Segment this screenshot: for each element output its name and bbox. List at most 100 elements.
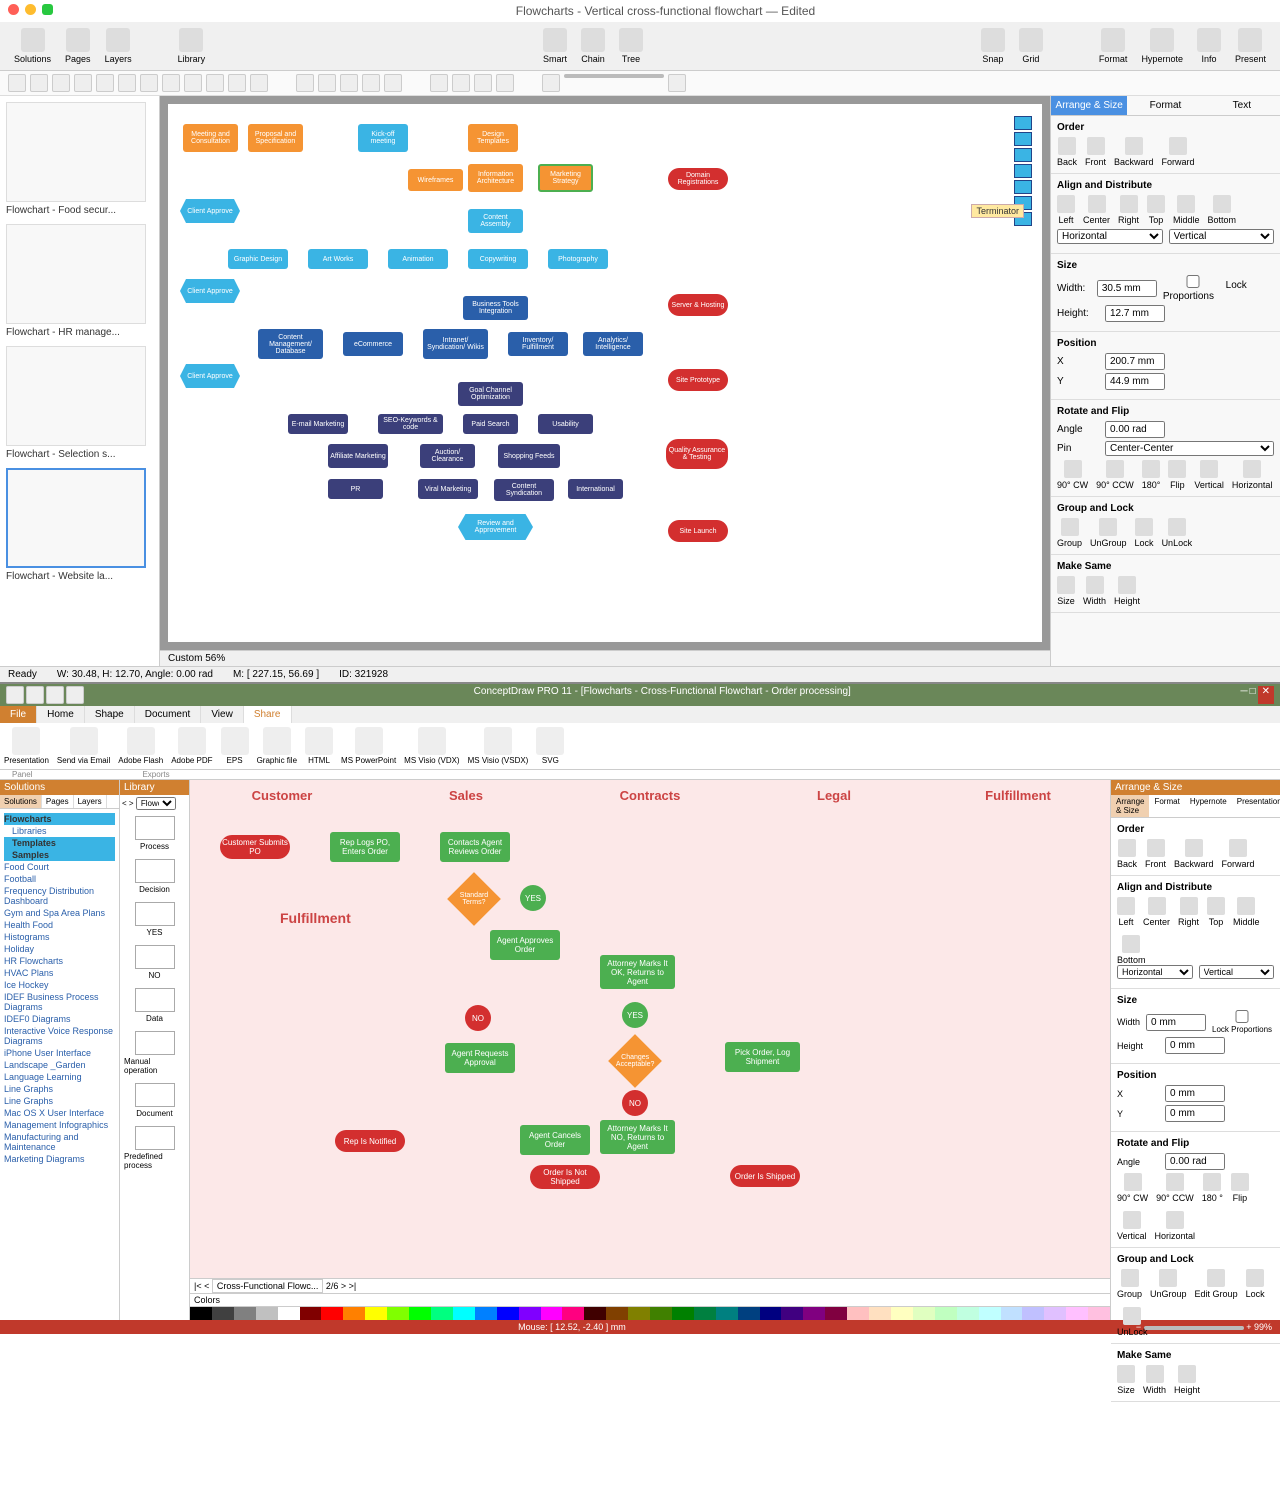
align-bottom-button[interactable]: Bottom xyxy=(1208,195,1237,225)
rp2-unlock[interactable]: UnLock xyxy=(1117,1307,1148,1337)
fill-tool-icon[interactable] xyxy=(206,74,224,92)
same-height-button[interactable]: Height xyxy=(1114,576,1140,606)
curve-tool-icon[interactable] xyxy=(140,74,158,92)
rp2-bottom[interactable]: Bottom xyxy=(1117,935,1146,965)
palette-shape[interactable] xyxy=(1014,164,1032,178)
order-front-button[interactable]: Front xyxy=(1085,137,1106,167)
color-swatch[interactable] xyxy=(957,1307,979,1320)
color-swatch[interactable] xyxy=(541,1307,563,1320)
tree-flowcharts[interactable]: Flowcharts xyxy=(4,813,115,825)
align-center-button[interactable]: Center xyxy=(1083,195,1110,225)
group-tool-icon[interactable] xyxy=(362,74,380,92)
rb-html[interactable]: HTML xyxy=(305,727,333,765)
zoom-in-icon[interactable] xyxy=(668,74,686,92)
pointer-tool-icon[interactable] xyxy=(8,74,26,92)
flip-v-button[interactable]: Vertical xyxy=(1194,460,1224,490)
align-top-button[interactable]: Top xyxy=(1147,195,1165,225)
lib-select[interactable]: Flowch... xyxy=(136,797,176,810)
library-shape[interactable]: NO xyxy=(120,941,189,984)
color-swatch[interactable] xyxy=(869,1307,891,1320)
palette-shape[interactable] xyxy=(1014,132,1032,146)
flip-button[interactable]: Flip xyxy=(1168,460,1186,490)
tree-templates[interactable]: Templates xyxy=(4,837,115,849)
grid-button[interactable]: Grid xyxy=(1013,26,1049,66)
shape-shop[interactable]: Shopping Feeds xyxy=(498,444,560,468)
library-shape[interactable]: Predefined process xyxy=(120,1122,189,1174)
info-button[interactable]: Info xyxy=(1191,26,1227,66)
rp2-middle[interactable]: Middle xyxy=(1233,897,1260,927)
rp2-backward[interactable]: Backward xyxy=(1174,839,1214,869)
pen-tool-icon[interactable] xyxy=(184,74,202,92)
color-swatch[interactable] xyxy=(891,1307,913,1320)
color-swatch[interactable] xyxy=(825,1307,847,1320)
shape-siteproto[interactable]: Site Prototype xyxy=(668,369,728,391)
shape-goal[interactable]: Goal Channel Optimization xyxy=(458,382,523,406)
shape-marketing-selected[interactable]: Marketing Strategy xyxy=(538,164,593,192)
shape-std-terms[interactable]: Standard Terms? xyxy=(447,872,501,926)
rb-gfile[interactable]: Graphic file xyxy=(257,727,297,765)
palette-shape[interactable] xyxy=(1014,148,1032,162)
shape-email[interactable]: E-mail Marketing xyxy=(288,414,348,434)
rb-email[interactable]: Send via Email xyxy=(57,727,110,765)
rb-presentation[interactable]: Presentation xyxy=(4,727,49,765)
shape-approve[interactable]: Agent Approves Order xyxy=(490,930,560,960)
distribute-v-select[interactable]: Vertical xyxy=(1169,229,1275,244)
rp2-right[interactable]: Right xyxy=(1178,897,1199,927)
color-swatch[interactable] xyxy=(847,1307,869,1320)
table-tool-icon[interactable] xyxy=(250,74,268,92)
library-button[interactable]: Library xyxy=(172,26,212,66)
shape-design[interactable]: Design Templates xyxy=(468,124,518,152)
tab-home[interactable]: Home xyxy=(37,706,85,723)
shape-yes2[interactable]: YES xyxy=(622,1002,648,1028)
palette-shape[interactable] xyxy=(1014,116,1032,130)
distribute-tool-icon[interactable] xyxy=(340,74,358,92)
color-swatch[interactable] xyxy=(650,1307,672,1320)
rp2-tab-arrange[interactable]: Arrange & Size xyxy=(1111,795,1149,817)
tree-item[interactable]: Holiday xyxy=(4,943,115,955)
rotate-ccw-button[interactable]: 90° CCW xyxy=(1096,460,1134,490)
rotate-cw-button[interactable]: 90° CW xyxy=(1057,460,1088,490)
rb-ppt[interactable]: MS PowerPoint xyxy=(341,727,396,765)
library-shape[interactable]: Decision xyxy=(120,855,189,898)
shape-submit[interactable]: Customer Submits PO xyxy=(220,835,290,859)
color-swatch[interactable] xyxy=(1001,1307,1023,1320)
shape-synd[interactable]: Content Syndication xyxy=(494,479,554,501)
rp2-x[interactable] xyxy=(1165,1085,1225,1102)
shape-server[interactable]: Server & Hosting xyxy=(668,294,728,316)
color-swatch[interactable] xyxy=(694,1307,716,1320)
rp2-group[interactable]: Group xyxy=(1117,1269,1142,1299)
shape-qa[interactable]: Quality Assurance & Testing xyxy=(666,439,728,469)
rb-vsdx[interactable]: MS Visio (VSDX) xyxy=(468,727,529,765)
qat-open-icon[interactable] xyxy=(26,686,44,704)
shape-contacts[interactable]: Contacts Agent Reviews Order xyxy=(440,832,510,862)
pages-button[interactable]: Pages xyxy=(59,26,97,66)
ungroup-button[interactable]: UnGroup xyxy=(1090,518,1127,548)
shape-auction[interactable]: Auction/ Clearance xyxy=(420,444,475,468)
color-swatch[interactable] xyxy=(781,1307,803,1320)
rb-flash[interactable]: Adobe Flash xyxy=(118,727,163,765)
qat-new-icon[interactable] xyxy=(6,686,24,704)
qat-save-icon[interactable] xyxy=(46,686,64,704)
tab-document[interactable]: Document xyxy=(135,706,202,723)
color-swatch[interactable] xyxy=(234,1307,256,1320)
rotate-180-button[interactable]: 180° xyxy=(1142,460,1161,490)
x-input[interactable] xyxy=(1105,353,1165,370)
rp2-lock[interactable] xyxy=(1212,1010,1272,1023)
color-swatch[interactable] xyxy=(278,1307,300,1320)
layers-button[interactable]: Layers xyxy=(99,26,138,66)
shape-seo[interactable]: SEO-Keywords & code xyxy=(378,414,443,434)
thumbnail-item[interactable]: Flowchart - Selection s... xyxy=(6,346,153,460)
shape-wireframes[interactable]: Wireframes xyxy=(408,169,463,191)
rp2-angle[interactable] xyxy=(1165,1153,1225,1170)
library-shape[interactable]: Process xyxy=(120,812,189,855)
color-swatch[interactable] xyxy=(190,1307,212,1320)
color-swatch[interactable] xyxy=(497,1307,519,1320)
palette-shape[interactable] xyxy=(1014,180,1032,194)
color-swatch[interactable] xyxy=(716,1307,738,1320)
hypernote-button[interactable]: Hypernote xyxy=(1135,26,1189,66)
lock-button[interactable]: Lock xyxy=(1135,518,1154,548)
tree-item[interactable]: Marketing Diagrams xyxy=(4,1153,115,1165)
shape-changes[interactable]: Changes Acceptable? xyxy=(608,1034,662,1088)
rp2-same-size[interactable]: Size xyxy=(1117,1365,1135,1395)
rp2-dist-v[interactable]: Vertical xyxy=(1199,965,1275,979)
